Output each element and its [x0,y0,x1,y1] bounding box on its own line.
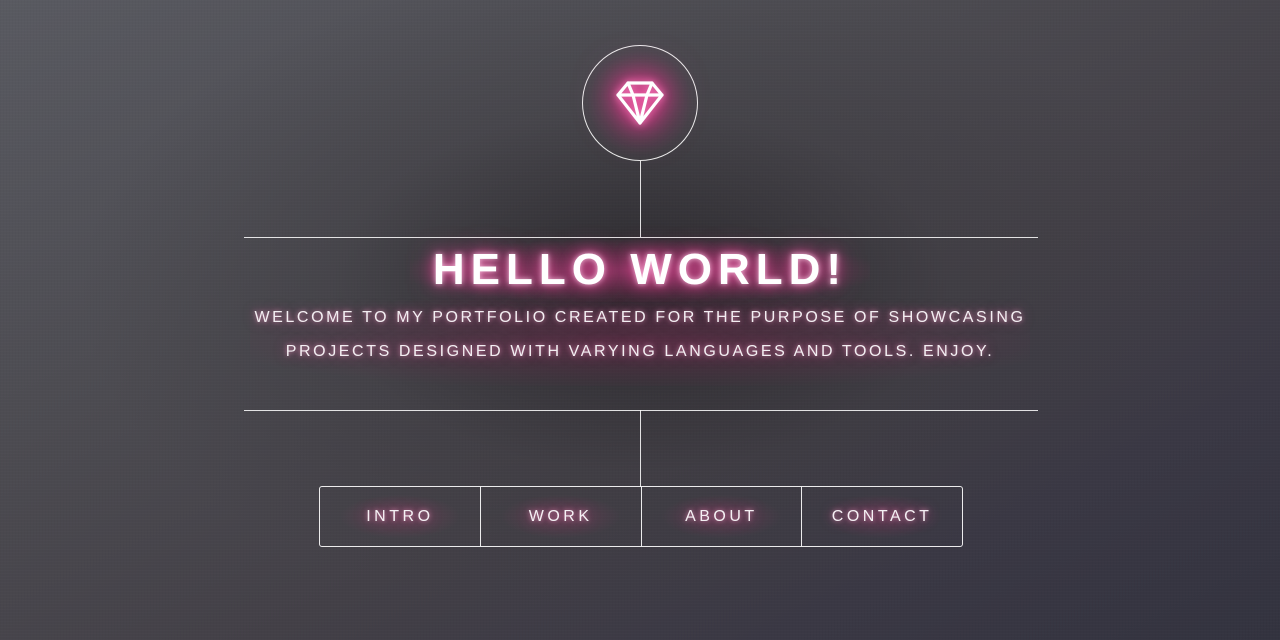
subtitle-line-2: PROJECTS DESIGNED WITH VARYING LANGUAGES… [285,343,995,360]
connector-line-bottom [640,410,641,487]
diamond-icon [615,80,665,126]
nav-contact-button[interactable]: CONTACT [801,487,962,546]
page-title: HELLO WORLD! [432,245,848,294]
main-nav: INTRO WORK ABOUT CONTACT [319,486,963,547]
divider-bottom [244,410,1038,411]
nav-work-button[interactable]: WORK [479,487,641,546]
connector-line-top [640,161,641,237]
subtitle-line-1: WELCOME TO MY PORTFOLIO CREATED FOR THE … [254,309,1026,326]
nav-about-button[interactable]: ABOUT [640,487,802,546]
logo-circle [582,45,698,161]
divider-top [244,237,1038,238]
nav-intro-button[interactable]: INTRO [320,487,480,546]
